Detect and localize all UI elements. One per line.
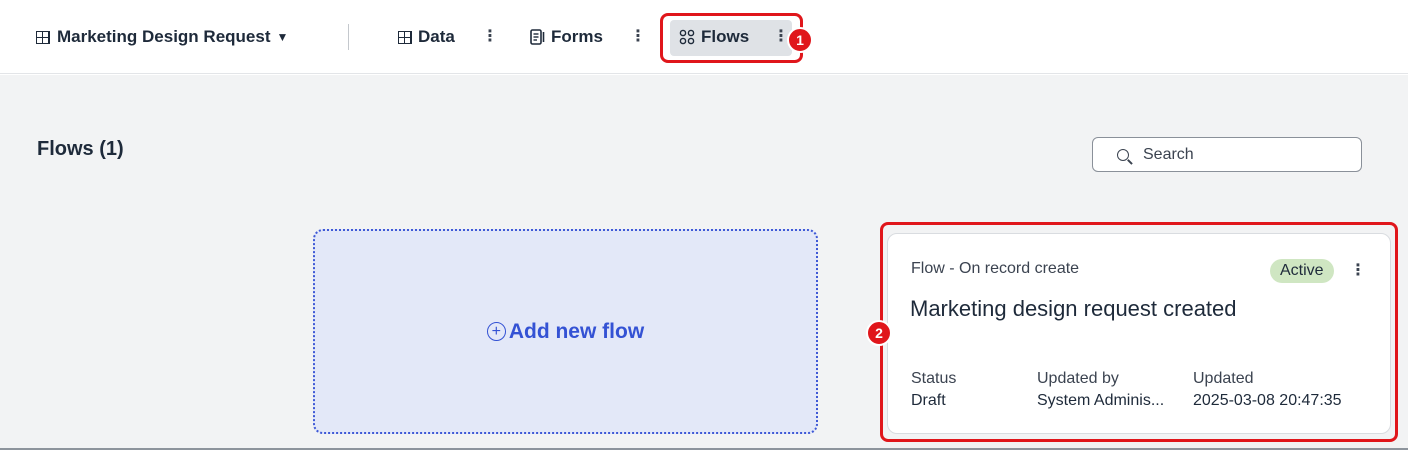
flow-name: Marketing design request created <box>910 296 1237 321</box>
field-label: Updated <box>1193 370 1254 387</box>
flow-card[interactable]: Flow - On record create Active ⋮ Marketi… <box>887 233 1391 434</box>
tab-flows[interactable]: Flows <box>679 27 749 47</box>
flow-status-field: Status Draft <box>911 370 1021 410</box>
tab-forms-label: Forms <box>551 27 603 46</box>
flow-updated-field: Updated 2025-03-08 20:47:35 <box>1193 370 1383 410</box>
tab-flows-label: Flows <box>701 27 750 46</box>
search-box[interactable] <box>1092 137 1362 172</box>
status-badge: Active <box>1270 259 1334 283</box>
field-label: Status <box>911 370 957 387</box>
app-switcher[interactable]: Marketing Design Request ▼ <box>36 27 288 47</box>
flow-card-menu-icon[interactable]: ⋮ <box>1350 260 1366 280</box>
callout-badge-2: 2 <box>866 320 892 346</box>
callout-badge-1: 1 <box>787 27 813 53</box>
add-circle-icon: + <box>486 322 506 341</box>
tab-data[interactable]: Data <box>398 27 455 47</box>
bottom-border <box>0 448 1408 458</box>
tab-forms-menu-icon[interactable]: ⋮ <box>630 26 646 46</box>
add-new-flow-button[interactable]: + Add new flow <box>313 229 818 434</box>
add-new-flow-label: Add new flow <box>508 319 645 343</box>
tab-forms[interactable]: Forms <box>530 27 603 47</box>
table-icon <box>36 30 50 44</box>
table-icon <box>398 30 412 44</box>
flow-updated-by-field: Updated by System Adminis... <box>1037 370 1182 410</box>
flow-type-label: Flow - On record create <box>911 260 1080 277</box>
divider <box>348 24 349 50</box>
field-value: System Adminis... <box>1037 392 1165 409</box>
flow-icon <box>679 29 695 45</box>
app-title: Marketing Design Request <box>57 27 271 46</box>
tab-data-label: Data <box>418 27 455 46</box>
page-title: Flows (1) <box>37 138 124 160</box>
top-bar: Marketing Design Request ▼ Data ⋮ Forms … <box>0 0 1408 74</box>
search-input[interactable] <box>1143 145 1343 164</box>
field-label: Updated by <box>1037 370 1119 387</box>
tab-data-menu-icon[interactable]: ⋮ <box>482 26 498 46</box>
caret-down-icon: ▼ <box>276 30 289 44</box>
search-icon <box>1117 148 1129 161</box>
field-value: 2025-03-08 20:47:35 <box>1193 392 1342 409</box>
form-icon <box>530 29 545 45</box>
field-value: Draft <box>911 392 946 409</box>
